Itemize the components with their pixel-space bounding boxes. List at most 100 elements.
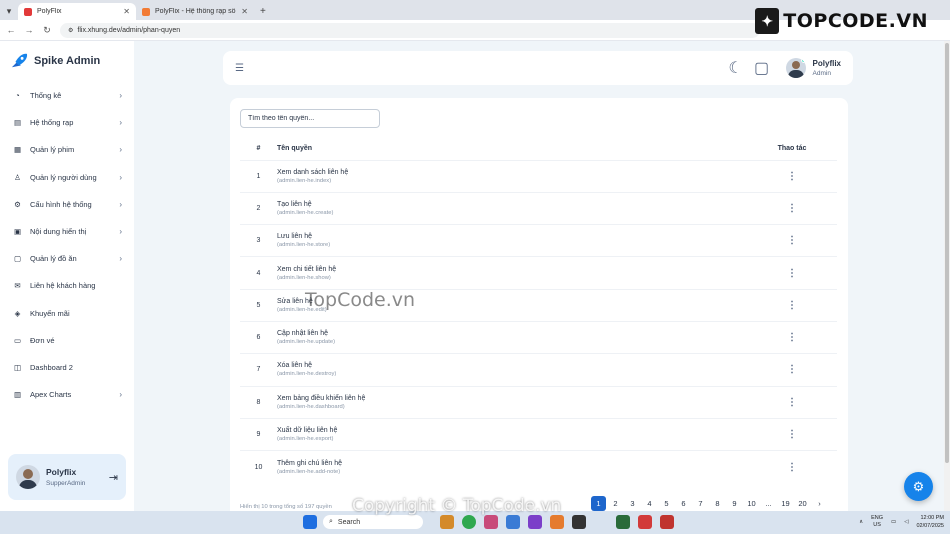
app-icon[interactable] <box>484 515 498 529</box>
sidebar-item[interactable]: ✉ Liên hệ khách hàng <box>0 272 134 299</box>
chrome-icon[interactable] <box>462 515 476 529</box>
header-actions: ☾ ▢ Polyflix Admin <box>728 58 841 78</box>
mail-icon: ✉ <box>14 281 21 291</box>
app-icon[interactable] <box>638 515 652 529</box>
site-info-icon[interactable]: ⚙ <box>68 27 73 34</box>
chevron-right-icon: › <box>119 227 122 237</box>
page-button[interactable]: 8 <box>710 496 725 511</box>
clock[interactable]: 12:00 PM 02/07/2025 <box>916 514 944 530</box>
sidebar-item-label: Liên hệ khách hàng <box>30 281 96 291</box>
page-button[interactable]: 6 <box>676 496 691 511</box>
close-tab-icon[interactable]: ✕ <box>241 7 248 16</box>
volume-icon[interactable]: ◁ <box>904 519 908 525</box>
sidebar-item-label: Dashboard 2 <box>30 362 73 372</box>
browser-tab-active[interactable]: PolyFlix ✕ <box>18 3 136 20</box>
sidebar-item[interactable]: ◈ Khuyến mãi <box>0 300 134 327</box>
settings-fab-button[interactable]: ⚙ <box>904 472 933 501</box>
table-row: 3 Lưu liên hệ (admin.lien-he.store) ⋮ <box>240 224 837 257</box>
next-page-button[interactable]: › <box>812 496 827 511</box>
page-button[interactable]: 20 <box>795 496 810 511</box>
moon-icon[interactable]: ☾ <box>728 60 742 77</box>
sidebar-item[interactable]: ▢ Quản lý đồ ăn › <box>0 245 134 272</box>
layout-icon: ▣ <box>13 227 22 237</box>
logout-icon[interactable]: ⇥ <box>109 471 118 484</box>
sidebar-item[interactable]: ⚙ Cấu hình hệ thống › <box>0 191 134 218</box>
sidebar-item-label: Đơn vé <box>30 335 55 345</box>
tab-menu-button[interactable]: ▾ <box>0 2 18 20</box>
language-indicator[interactable]: ENG US <box>871 515 883 529</box>
chevron-right-icon: › <box>119 254 122 264</box>
page-button[interactable]: 1 <box>591 496 606 511</box>
sidebar-item[interactable]: ▥ Apex Charts › <box>0 381 134 408</box>
avatar[interactable] <box>16 465 40 489</box>
app-icon[interactable] <box>506 515 520 529</box>
close-tab-icon[interactable]: ✕ <box>123 7 130 16</box>
reload-icon[interactable]: ↻ <box>42 25 52 36</box>
sidebar-item[interactable]: ♙ Quản lý người dùng › <box>0 164 134 191</box>
more-vertical-icon[interactable]: ⋮ <box>787 462 797 473</box>
url-field[interactable]: ⚙ flix.xhung.dev/admin/phan-quyen <box>60 22 760 38</box>
more-vertical-icon[interactable]: ⋮ <box>787 203 797 214</box>
file-explorer-icon[interactable] <box>440 515 454 529</box>
sidebar-item-label: Cấu hình hệ thống <box>30 199 92 209</box>
new-tab-button[interactable]: + <box>254 3 272 20</box>
menu-toggle-icon[interactable]: ☰ <box>235 63 244 74</box>
page-button[interactable]: 7 <box>693 496 708 511</box>
table-row: 10 Thêm ghi chú liên hệ (admin.lien-he.add… <box>240 450 837 483</box>
chevron-right-icon: › <box>119 172 122 182</box>
taskbar-search[interactable]: ⌕ Search <box>323 515 423 529</box>
tab-title: PolyFlix - Hệ thống rạp số 1 thế... <box>155 8 236 15</box>
more-vertical-icon[interactable]: ⋮ <box>787 171 797 182</box>
sidebar-item[interactable]: ◔ Thống kê › <box>0 82 134 109</box>
page-button[interactable]: 10 <box>744 496 759 511</box>
page-button[interactable]: 5 <box>659 496 674 511</box>
page-button[interactable]: 19 <box>778 496 793 511</box>
language-code: ENG <box>871 515 884 521</box>
back-icon[interactable]: ← <box>6 25 16 35</box>
more-vertical-icon[interactable]: ⋮ <box>787 397 797 408</box>
message-icon[interactable]: ▢ <box>754 60 769 77</box>
app-icon[interactable] <box>616 515 630 529</box>
browser-tab[interactable]: PolyFlix - Hệ thống rạp số 1 thế... ✕ <box>136 3 254 20</box>
forward-icon[interactable]: → <box>24 25 34 35</box>
app-icon[interactable] <box>660 515 674 529</box>
url-text: flix.xhung.dev/admin/phan-quyen <box>77 26 181 34</box>
header-profile[interactable]: Polyflix Admin <box>785 58 841 78</box>
sidebar-logo[interactable]: Spike Admin <box>10 53 100 69</box>
copyright-overlay: Copyright © TopCode.vn <box>352 496 562 516</box>
windows-start-icon[interactable] <box>303 515 317 529</box>
sidebar-item[interactable]: ◫ Dashboard 2 <box>0 354 134 381</box>
more-vertical-icon[interactable]: ⋮ <box>787 235 797 246</box>
more-vertical-icon[interactable]: ⋮ <box>787 300 797 311</box>
app-icon[interactable] <box>594 515 608 529</box>
page-button[interactable]: 3 <box>625 496 640 511</box>
system-tray: ∧ ENG US ▭ ◁ 12:00 PM 02/07/2025 <box>859 514 944 530</box>
network-icon[interactable]: ▭ <box>891 519 896 525</box>
page-button[interactable]: 2 <box>608 496 623 511</box>
more-vertical-icon[interactable]: ⋮ <box>787 364 797 375</box>
terminal-icon[interactable] <box>572 515 586 529</box>
search-input[interactable] <box>240 109 380 128</box>
more-vertical-icon[interactable]: ⋮ <box>787 268 797 279</box>
app-icon[interactable] <box>550 515 564 529</box>
row-number: 1 <box>240 159 277 193</box>
taskbar-apps <box>303 515 317 529</box>
page-button[interactable]: 4 <box>642 496 657 511</box>
sidebar-item[interactable]: ▭ Đơn vé <box>0 327 134 354</box>
table-row: 2 Tạo liên hệ (admin.lien-he.create) ⋮ <box>240 191 837 225</box>
page-scrollbar[interactable] <box>944 41 950 511</box>
scrollbar-thumb[interactable] <box>945 43 949 463</box>
sidebar-item[interactable]: ▦ Quản lý phim › <box>0 136 134 163</box>
search-icon: ⌕ <box>329 518 333 525</box>
sidebar-item[interactable]: ▣ Nội dung hiển thị › <box>0 218 134 245</box>
sidebar-item-label: Thống kê <box>30 91 62 101</box>
more-vertical-icon[interactable]: ⋮ <box>787 429 797 440</box>
more-vertical-icon[interactable]: ⋮ <box>787 332 797 343</box>
rocket-icon <box>11 53 28 68</box>
column-header-actions: Thao tác <box>777 144 807 152</box>
avatar[interactable] <box>785 58 806 78</box>
chevron-up-icon[interactable]: ∧ <box>859 519 863 525</box>
visual-studio-icon[interactable] <box>528 515 542 529</box>
page-button[interactable]: 9 <box>727 496 742 511</box>
sidebar-item[interactable]: ▤ Hệ thống rạp › <box>0 109 134 136</box>
